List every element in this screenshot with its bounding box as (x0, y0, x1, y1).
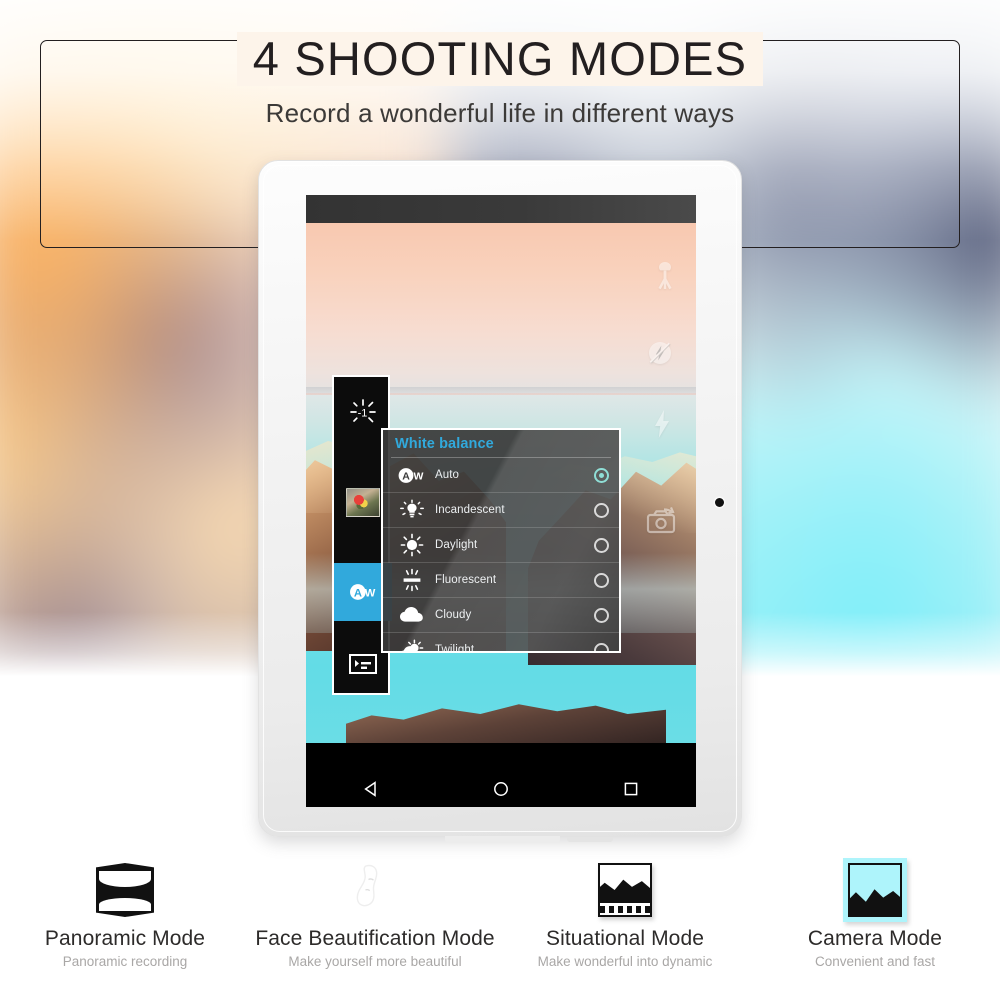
wb-radio-cloudy[interactable] (594, 607, 609, 623)
switch-camera-icon (644, 505, 680, 535)
situational-hills (600, 879, 650, 903)
panorama-icon-wrap (96, 855, 154, 917)
wb-option-daylight[interactable]: Daylight (383, 528, 619, 563)
tablet-stand-foot (445, 836, 560, 843)
tripod-icon (650, 259, 680, 291)
mode-subtitle: Make yourself more beautiful (288, 954, 462, 969)
tablet-screen: -1 A W White balance A W Auto Incandesce… (306, 195, 696, 807)
camera-photo-icon (848, 863, 902, 917)
mode-title: Situational Mode (545, 927, 705, 950)
no-flash-icon (646, 339, 674, 367)
mode-title: Panoramic Mode (44, 927, 206, 950)
wb-option-label: Incandescent (435, 504, 505, 516)
camera-hills (850, 889, 900, 915)
wb-option-incandescent[interactable]: Incandescent (383, 493, 619, 528)
white-balance-dialog[interactable]: White balance A W Auto Incandescent Dayl… (381, 428, 621, 653)
nav-back-button[interactable] (349, 771, 393, 807)
recents-icon (624, 782, 638, 796)
white-balance-auto-icon: A W (349, 578, 377, 606)
sun-icon (397, 533, 427, 557)
situational-film-icon (598, 863, 652, 917)
camera-photo-icon-wrap (848, 855, 902, 917)
page-subtitle: Record a wonderful life in different way… (265, 98, 735, 128)
situational-sprockets (600, 906, 650, 913)
svg-text:A: A (354, 587, 362, 599)
face-beautify-icon (344, 859, 406, 917)
wb-option-fluorescent[interactable]: Fluorescent (383, 563, 619, 598)
scene-mode-thumbnail-icon (346, 487, 380, 517)
fluorescent-icon (397, 568, 427, 592)
home-icon (494, 782, 508, 796)
wb-option-label: Fluorescent (435, 574, 497, 586)
wb-option-auto[interactable]: A W Auto (383, 458, 619, 493)
situational-film-icon-wrap (598, 855, 652, 917)
viewfinder-sky (306, 223, 696, 393)
page-subtitle-wrap: Record a wonderful life in different way… (0, 98, 1000, 129)
mode-panoramic[interactable]: Panoramic Mode Panoramic recording (0, 855, 250, 1000)
page-title: 4 SHOOTING MODES (236, 32, 764, 87)
nav-home-button[interactable] (479, 771, 523, 807)
wb-radio-auto[interactable] (594, 467, 609, 483)
wb-radio-twilight[interactable] (594, 642, 609, 651)
dialog-title: White balance (395, 436, 494, 452)
auto-wb-icon: A W (397, 467, 427, 484)
camera-viewfinder[interactable]: -1 A W White balance A W Auto Incandesce… (306, 223, 696, 743)
svg-text:A: A (402, 470, 410, 482)
face-beautify-icon-wrap (344, 855, 406, 917)
wb-option-label: Daylight (435, 539, 478, 551)
mode-subtitle: Make wonderful into dynamic (537, 954, 713, 969)
wb-option-cloudy[interactable]: Cloudy (383, 598, 619, 633)
mode-subtitle: Convenient and fast (814, 954, 936, 969)
wb-option-label: Cloudy (435, 609, 472, 621)
wb-option-twilight[interactable]: Twilight (383, 633, 619, 653)
nav-recents-button[interactable] (609, 771, 653, 807)
page-title-wrap: 4 SHOOTING MODES (0, 32, 1000, 87)
mode-face-beautification[interactable]: Face Beautification Mode Make yourself m… (250, 855, 500, 1000)
wb-option-label: Auto (435, 469, 460, 481)
wb-radio-daylight[interactable] (594, 537, 609, 553)
promo-page: 4 SHOOTING MODES Record a wonderful life… (0, 0, 1000, 1000)
bulb-icon (397, 499, 427, 521)
tablet-stand-foot-secondary (567, 837, 613, 842)
mode-camera[interactable]: Camera Mode Convenient and fast (750, 855, 1000, 1000)
svg-text:W: W (414, 470, 424, 482)
svg-text:W: W (365, 587, 376, 599)
panorama-icon (96, 863, 154, 917)
mode-title: Face Beautification Mode (255, 927, 495, 950)
flash-icon (653, 409, 671, 439)
wb-radio-incandescent[interactable] (594, 502, 609, 518)
wb-radio-fluorescent[interactable] (594, 572, 609, 588)
front-camera-lens-icon (715, 498, 724, 507)
mode-subtitle: Panoramic recording (62, 954, 188, 969)
back-icon (364, 781, 376, 797)
android-status-bar (306, 195, 696, 223)
twilight-icon (397, 639, 427, 651)
android-navigation-bar[interactable] (306, 771, 696, 807)
cloud-icon (397, 606, 427, 624)
svg-text:-1: -1 (358, 408, 368, 420)
mode-situational[interactable]: Situational Mode Make wonderful into dyn… (500, 855, 750, 1000)
shooting-modes-strip: Panoramic Mode Panoramic recording Face … (0, 855, 1000, 1000)
mode-title: Camera Mode (807, 927, 943, 950)
tablet-device: -1 A W White balance A W Auto Incandesce… (258, 160, 742, 843)
wb-option-label: Twilight (435, 644, 475, 653)
